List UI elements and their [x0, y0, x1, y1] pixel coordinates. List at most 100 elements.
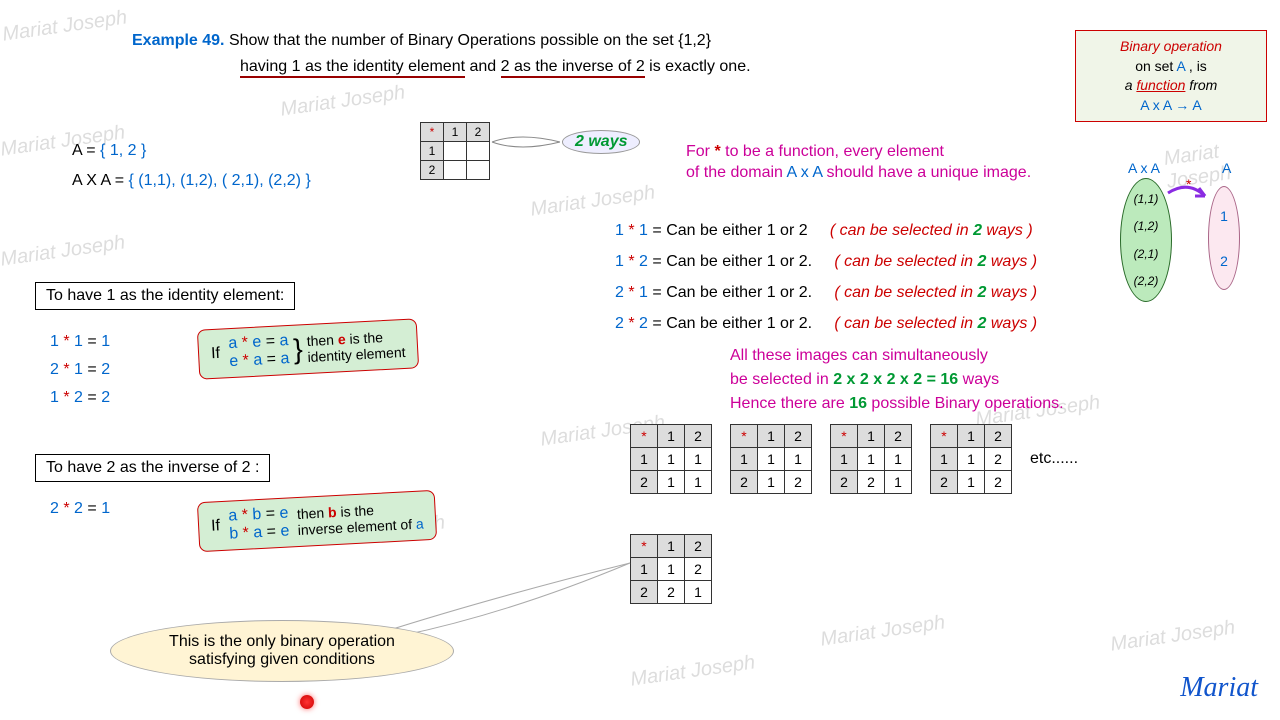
axa-lhs: A X A =: [72, 172, 129, 189]
c2w: ways ): [986, 284, 1037, 301]
watermark: Mariat Joseph: [819, 611, 947, 651]
identity-header: To have 1 as the identity element:: [35, 282, 295, 310]
c3n: ( can be selected in: [834, 315, 977, 332]
ft-l2a: of the domain: [686, 164, 787, 181]
selection-text: All these images can simultaneously be s…: [730, 344, 1064, 416]
c3b: 2: [639, 315, 648, 332]
defin-l1: Binary operation: [1086, 37, 1256, 57]
sel-l3b: 16: [849, 395, 867, 412]
sel-l2c: ways: [958, 371, 999, 388]
c1w: ways ): [986, 253, 1037, 270]
title-underline2: 2 as the inverse of 2: [501, 58, 645, 78]
example-label: Example 49.: [132, 32, 225, 49]
c3rhs: Can be either 1 or 2.: [666, 315, 812, 332]
dom-12: (1,2): [1134, 219, 1159, 233]
setA-lhs: A =: [72, 142, 100, 159]
sel-l1: All these images can simultaneously: [730, 344, 1064, 368]
c0n: ( can be selected in: [830, 222, 973, 239]
combo-lines: 1 * 1 = Can be either 1 or 2 ( can be se…: [615, 214, 1037, 341]
combo-row: 1 * 1 = Can be either 1 or 2 ( can be se…: [615, 217, 1037, 245]
setA-set: { 1, 2 }: [100, 142, 146, 159]
inverse-header: To have 2 as the inverse of 2 :: [35, 454, 270, 482]
watermark: Mariat Joseph: [0, 231, 127, 271]
defin-l3c: from: [1185, 77, 1217, 93]
inverse-eq: 2 * 2 = 1: [50, 500, 110, 518]
map-domain-label: A x A: [1128, 160, 1160, 176]
c0t: 2: [973, 222, 982, 239]
c1op: *: [628, 253, 634, 270]
defin-l3a: a: [1125, 77, 1137, 93]
ft-l2c: should have a unique image.: [822, 164, 1031, 181]
defin-l2b: A: [1176, 58, 1185, 74]
title-underline1: having 1 as the identity element: [240, 58, 465, 78]
c2n: ( can be selected in: [834, 284, 977, 301]
c0op: *: [628, 222, 634, 239]
watermark: Mariat Joseph: [1109, 616, 1237, 656]
title-and: and: [465, 58, 501, 75]
c0w: ways ): [982, 222, 1033, 239]
ex-table-3: *12111221: [830, 424, 912, 494]
tbl-corner: *: [421, 123, 444, 142]
c2op: *: [628, 284, 634, 301]
ex-table-1: *12111211: [630, 424, 712, 494]
watermark: Mariat Joseph: [279, 81, 407, 121]
c1n: ( can be selected in: [834, 253, 977, 270]
etc-text: etc......: [1030, 450, 1078, 468]
axa-set: { (1,1), (1,2), ( 2,1), (2,2) }: [129, 172, 311, 189]
combo-row: 2 * 2 = Can be either 1 or 2. ( can be s…: [615, 310, 1037, 338]
title-text1: Show that the number of Binary Operation…: [229, 32, 711, 49]
speech-l1: This is the only binary operation: [137, 633, 427, 651]
c1eq: =: [652, 253, 661, 270]
co-1: 1: [1220, 208, 1228, 224]
inverse-rule-box: If a * b = e b * a = e then b is theinve…: [197, 490, 438, 552]
sel-l2a: be selected in: [730, 371, 833, 388]
c0eq: =: [652, 222, 661, 239]
c2a: 2: [615, 284, 624, 301]
sel-l3a: Hence there are: [730, 395, 849, 412]
dom-11: (1,1): [1134, 192, 1159, 206]
tbl-r2: 2: [421, 161, 444, 180]
c2rhs: Can be either 1 or 2.: [666, 284, 812, 301]
c3a: 2: [615, 315, 624, 332]
tbl-h2: 2: [467, 123, 490, 142]
dom-22: (2,2): [1134, 274, 1159, 288]
c3w: ways ): [986, 315, 1037, 332]
signature: Mariat: [1180, 672, 1258, 704]
set-AxA: A X A = { (1,1), (1,2), ( 2,1), (2,2) }: [72, 172, 311, 190]
co-2: 2: [1220, 253, 1228, 269]
small-op-table: *12 1 2: [420, 122, 490, 180]
identity-rule-box: If a * e = a e * a = a } then e is theid…: [197, 318, 420, 379]
title-tail: is exactly one.: [645, 58, 751, 75]
ft-l2b: A x A: [787, 164, 823, 181]
sel-l3c: possible Binary operations.: [867, 395, 1064, 412]
dom-21: (2,1): [1134, 247, 1159, 261]
tbl-h1: 1: [444, 123, 467, 142]
map-codomain-label: A: [1222, 160, 1231, 176]
defin-l4: A x A → A: [1086, 96, 1256, 116]
c1rhs: Can be either 1 or 2.: [666, 253, 812, 270]
title-line2: having 1 as the identity element and 2 a…: [240, 58, 751, 76]
c0b: 1: [639, 222, 648, 239]
example-title: Example 49. Show that the number of Bina…: [132, 32, 711, 50]
set-A: A = { 1, 2 }: [72, 142, 146, 160]
laser-pointer: [300, 695, 314, 709]
c0rhs: Can be either 1 or 2: [666, 222, 807, 239]
c0a: 1: [615, 222, 624, 239]
invbox-if: If: [211, 517, 221, 534]
ft-l1c: to be a function, every element: [721, 143, 944, 160]
definition-box: Binary operation on set A , is a functio…: [1075, 30, 1267, 122]
ft-l1a: For: [686, 143, 714, 160]
c1b: 2: [639, 253, 648, 270]
c3eq: =: [652, 315, 661, 332]
defin-l2c: , is: [1185, 58, 1207, 74]
c2b: 1: [639, 284, 648, 301]
function-text: For * to be a function, every element of…: [686, 140, 1031, 185]
c3op: *: [628, 315, 634, 332]
defin-l3b: function: [1136, 77, 1185, 93]
tbl-r1: 1: [421, 142, 444, 161]
example-tables: *12111211 *12111212 *12111221 *12112212 …: [630, 424, 1078, 494]
c2eq: =: [652, 284, 661, 301]
c1a: 1: [615, 253, 624, 270]
idbox-if: If: [211, 345, 221, 362]
identity-eqs: 1 * 1 = 1 2 * 1 = 2 1 * 2 = 2: [50, 328, 110, 412]
